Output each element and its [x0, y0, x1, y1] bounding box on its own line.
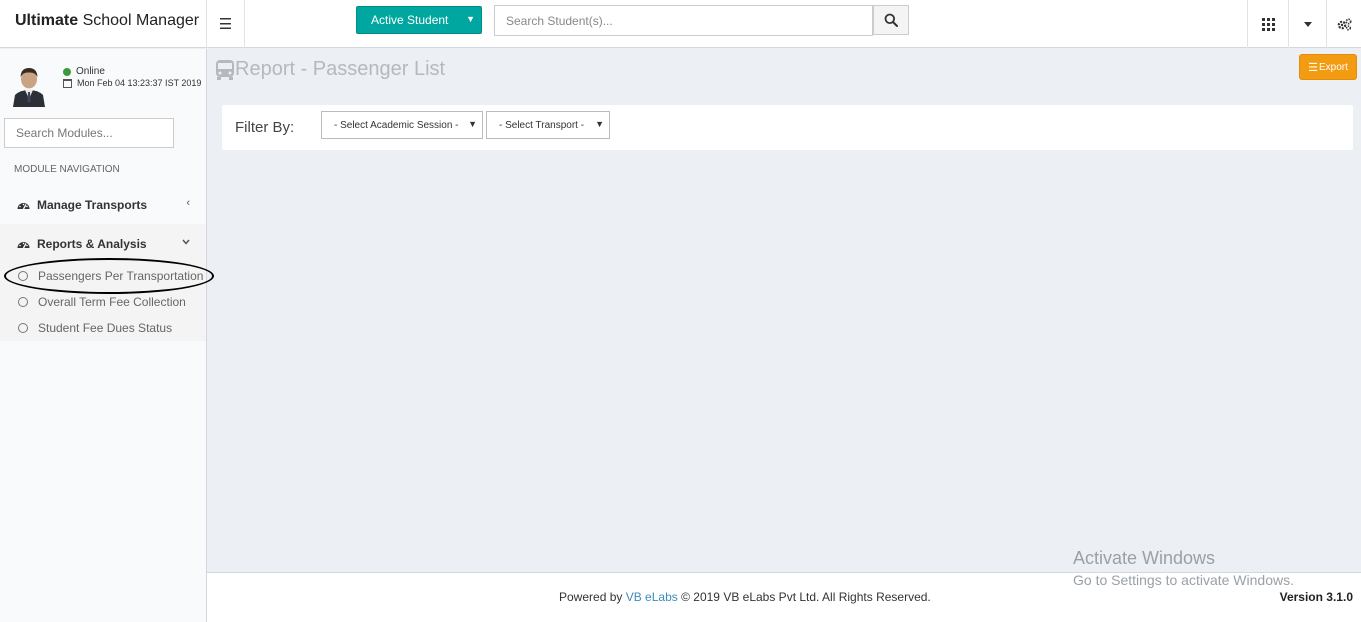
- sidebar-toggle-icon[interactable]: ☰: [207, 0, 245, 48]
- caret-down-icon: [1303, 21, 1312, 27]
- online-dot-icon: [63, 67, 71, 76]
- settings-button[interactable]: [1326, 0, 1361, 48]
- transport-select[interactable]: - Select Transport - ▼: [486, 111, 610, 139]
- submenu-item-label: Student Fee Dues Status: [38, 321, 173, 335]
- search-modules-input[interactable]: [4, 118, 174, 148]
- filter-label: Filter By:: [235, 119, 295, 136]
- copyright-text: © 2019 VB eLabs Pvt Ltd. All Rights Rese…: [681, 590, 931, 604]
- sidebar-item-manage-transports[interactable]: Manage Transports ‹: [0, 185, 206, 224]
- online-status-label: Online: [76, 66, 105, 77]
- submenu-item-overall-term-fee-collection[interactable]: Overall Term Fee Collection: [0, 289, 206, 315]
- app-title-bold: Ultimate: [15, 12, 79, 29]
- bars-icon: ☰: [1308, 61, 1318, 74]
- datetime-label: Mon Feb 04 13:23:37 IST 2019: [77, 78, 202, 88]
- footer-text: Powered by VB eLabs © 2019 VB eLabs Pvt …: [559, 590, 931, 604]
- caret-down-icon: ▼: [595, 119, 604, 129]
- transport-value: - Select Transport -: [499, 119, 585, 131]
- page-title-text: Report - Passenger List: [235, 58, 446, 80]
- submenu-item-label: Passengers Per Transportation: [38, 269, 204, 283]
- export-button[interactable]: ☰ Export: [1299, 54, 1357, 80]
- company-link[interactable]: VB eLabs: [626, 590, 678, 604]
- circle-outline-icon: [18, 297, 28, 307]
- app-title-rest: School Manager: [82, 12, 200, 29]
- circle-outline-icon: [18, 271, 28, 281]
- watermark-title: Activate Windows: [1073, 548, 1216, 568]
- powered-by-label: Powered by: [559, 590, 623, 604]
- calendar-icon: [63, 78, 72, 88]
- export-label: Export: [1318, 61, 1348, 73]
- search-students-input[interactable]: [494, 5, 873, 36]
- gears-icon: [1337, 17, 1352, 31]
- chevron-down-icon: [182, 236, 190, 248]
- filter-panel: Filter By: - Select Academic Session - ▼…: [222, 105, 1353, 150]
- academic-session-value: - Select Academic Session -: [334, 119, 459, 131]
- module-navigation-header: MODULE NAVIGATION: [14, 164, 120, 175]
- user-panel: Online Mon Feb 04 13:23:37 IST 2019: [0, 49, 207, 111]
- search-button[interactable]: [873, 5, 909, 35]
- sidebar-item-label: Reports & Analysis: [37, 236, 147, 251]
- caret-down-icon: ▼: [468, 119, 477, 129]
- active-student-label: Active Student: [371, 13, 449, 27]
- dashboard-icon: [17, 203, 30, 210]
- app-logo[interactable]: Ultimate School Manager: [0, 0, 207, 48]
- avatar[interactable]: [10, 63, 48, 107]
- bus-icon: [216, 59, 234, 80]
- active-student-dropdown[interactable]: Active Student ▼: [356, 6, 482, 34]
- sidebar: Online Mon Feb 04 13:23:37 IST 2019 MODU…: [0, 49, 207, 622]
- user-menu-dropdown[interactable]: [1288, 0, 1326, 48]
- apps-grid-button[interactable]: [1247, 0, 1288, 48]
- submenu-item-label: Overall Term Fee Collection: [38, 295, 186, 309]
- dashboard-icon: [17, 242, 30, 249]
- version-label: Version 3.1.0: [1279, 590, 1353, 604]
- academic-session-select[interactable]: - Select Academic Session - ▼: [321, 111, 483, 139]
- circle-outline-icon: [18, 323, 28, 333]
- sidebar-item-label: Manage Transports: [37, 197, 148, 212]
- current-datetime: Mon Feb 04 13:23:37 IST 2019: [63, 78, 201, 88]
- submenu-item-passengers-per-transportation[interactable]: Passengers Per Transportation: [0, 263, 206, 289]
- reports-submenu: Passengers Per Transportation Overall Te…: [0, 263, 206, 341]
- online-status: Online: [63, 66, 105, 77]
- caret-down-icon: ▼: [466, 14, 475, 24]
- page-title: Report - Passenger List: [215, 58, 445, 81]
- chevron-left-icon: ‹: [186, 197, 190, 209]
- grid-icon: [1261, 17, 1275, 31]
- top-navbar: Ultimate School Manager ☰ Active Student…: [0, 0, 1361, 48]
- sidebar-item-reports-analysis[interactable]: Reports & Analysis: [0, 224, 206, 263]
- footer: Powered by VB eLabs © 2019 VB eLabs Pvt …: [207, 572, 1361, 622]
- search-icon: [884, 13, 898, 27]
- submenu-item-student-fee-dues-status[interactable]: Student Fee Dues Status: [0, 315, 206, 341]
